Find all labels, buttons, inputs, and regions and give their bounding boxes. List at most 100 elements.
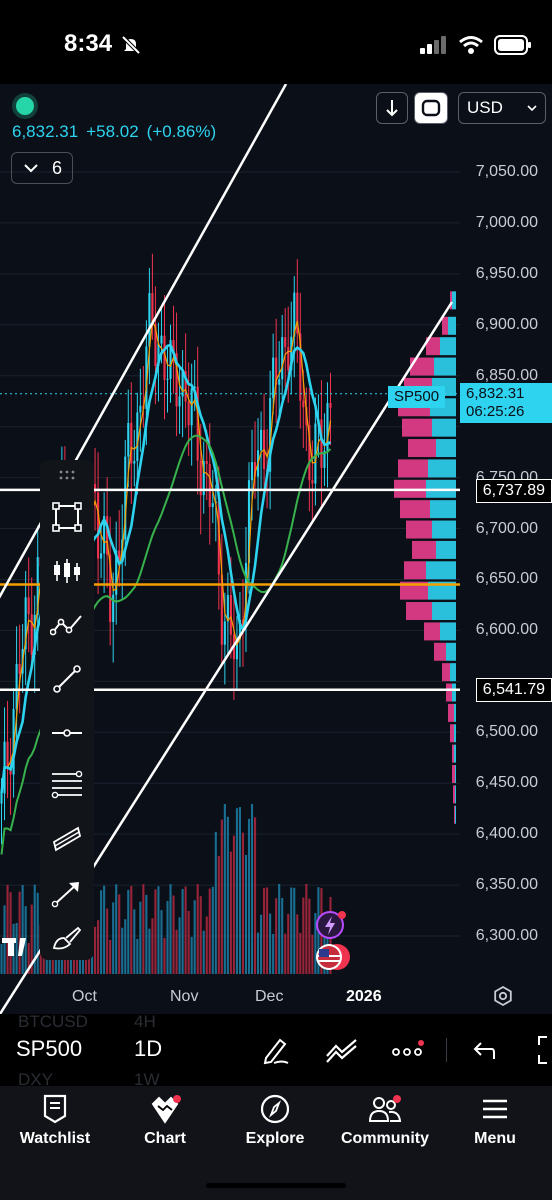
volume-profile-bar-buy [436, 439, 456, 458]
candles-tool[interactable] [40, 546, 94, 596]
volume-profile-bar-buy [426, 561, 456, 580]
rectangle-tool[interactable] [40, 492, 94, 542]
indicators-toggle-button[interactable]: 6 [11, 152, 73, 184]
candle-body [311, 480, 314, 484]
brush-tool[interactable] [40, 918, 94, 958]
y-tick-label: 6,950.00 [475, 264, 538, 282]
volume-bar [175, 929, 178, 974]
y-tick-label: 6,350.00 [475, 876, 538, 894]
pattern-tool[interactable] [40, 600, 94, 650]
volume-bar [142, 884, 145, 974]
fullscreen-button[interactable] [414, 92, 448, 124]
volume-bar [296, 914, 299, 974]
y-tick-label: 6,700.00 [475, 519, 538, 537]
volume-profile-bar-sell [408, 439, 436, 458]
time-axis[interactable]: Oct Nov Dec 2026 [0, 978, 552, 1014]
volume-bar [151, 918, 154, 974]
more-options-button[interactable] [390, 1032, 426, 1068]
volume-profile-bar-buy [452, 683, 456, 702]
arrow-tool[interactable] [40, 868, 94, 918]
volume-bar [181, 889, 184, 974]
volume-profile-bar-sell [452, 765, 455, 784]
candle-body [229, 595, 232, 635]
status-bar: 8:34 [0, 0, 552, 84]
wifi-icon [459, 36, 483, 54]
us-economic-event-icon[interactable] [315, 941, 355, 973]
tab-explore[interactable]: Explore [220, 1094, 330, 1174]
indicators-icon [326, 1039, 357, 1063]
volume-profile-bar-buy [432, 418, 456, 437]
community-icon [368, 1095, 402, 1122]
volume-bar [196, 884, 199, 974]
volume-bar [278, 884, 281, 974]
candle-body [329, 402, 332, 408]
price-axis[interactable]: 7,050.00 7,000.00 6,950.00 6,900.00 6,850.00… [460, 84, 552, 1014]
scroll-latest-button[interactable] [376, 92, 408, 124]
volume-bar [229, 851, 232, 974]
volume-bar [275, 898, 278, 974]
volume-bar [148, 928, 151, 974]
tab-watchlist[interactable]: Watchlist [0, 1094, 110, 1174]
volume-bar [269, 913, 272, 974]
volume-bar [220, 819, 223, 974]
volume-bar [211, 886, 214, 974]
candle-body [166, 378, 169, 380]
hline-price-tag-upper: 6,737.89 [475, 479, 552, 503]
chart-area[interactable]: 6,832.31 +58.02 (+0.86%) 6 USD 7,050.00 7,0… [0, 84, 552, 1014]
volume-profile-bar-buy [455, 805, 456, 824]
fib-tool[interactable] [40, 760, 94, 810]
current-price-tag: 6,832.31 06:25:26 [460, 383, 552, 423]
tab-menu[interactable]: Menu [440, 1094, 550, 1174]
arrow-down-icon [386, 100, 398, 117]
candle-body [0, 793, 3, 804]
volume-bar [241, 832, 245, 974]
undo-icon [473, 1042, 495, 1059]
volume-bar [247, 818, 251, 974]
volume-bar [205, 916, 208, 974]
trend-line-icon [53, 665, 81, 693]
bell-off-icon [121, 35, 141, 55]
volume-bar [136, 938, 139, 974]
volume-profile-bar-buy [455, 765, 456, 784]
drawing-tools-button[interactable] [258, 1032, 294, 1068]
volume-profile-bar-buy [455, 785, 456, 804]
volume-bar [235, 808, 238, 974]
tab-chart[interactable]: Chart [110, 1094, 220, 1174]
symbol-selector[interactable]: SP500 [16, 1036, 82, 1062]
chevron-down-icon [24, 164, 38, 173]
y-tick-label: 6,900.00 [475, 315, 538, 333]
settings-gear-icon[interactable] [492, 985, 514, 1007]
volume-bar [157, 886, 160, 974]
volume-bar [133, 909, 136, 974]
undo-button[interactable] [466, 1032, 502, 1068]
fullscreen-toggle-button[interactable] [526, 1032, 552, 1068]
tab-label: Watchlist [19, 1130, 91, 1147]
indicators-button[interactable] [324, 1032, 360, 1068]
flash-event-icon[interactable] [315, 908, 349, 942]
volume-bar [260, 914, 263, 974]
volume-profile-bar-buy [430, 500, 456, 519]
volume-bar [193, 900, 196, 974]
volume-bar [302, 897, 305, 974]
horizontal-line-tool[interactable] [40, 708, 94, 758]
tab-community[interactable]: Community [330, 1094, 440, 1174]
timeframe-selector[interactable]: 1D [134, 1036, 162, 1062]
candle-body [30, 614, 33, 655]
live-indicator-icon [16, 97, 34, 115]
price-change-pct: (+0.86%) [146, 122, 217, 141]
volume-bar [287, 913, 290, 974]
candle-body [320, 419, 323, 468]
volume-profile-bar-sell [434, 642, 446, 661]
volume-profile-bar-buy [436, 540, 456, 559]
tradingview-logo-icon [2, 938, 26, 956]
trend-line-tool[interactable] [40, 654, 94, 704]
volume-bar [169, 884, 172, 974]
channel-tool[interactable] [40, 814, 94, 864]
volume-profile-bar-buy [450, 663, 456, 682]
candle-body [223, 621, 226, 645]
toolbar-drag-handle[interactable] [40, 460, 94, 490]
volume-bar [217, 855, 220, 974]
volume-bar [127, 889, 130, 974]
battery-icon [494, 35, 531, 55]
volume-bar [244, 854, 248, 974]
